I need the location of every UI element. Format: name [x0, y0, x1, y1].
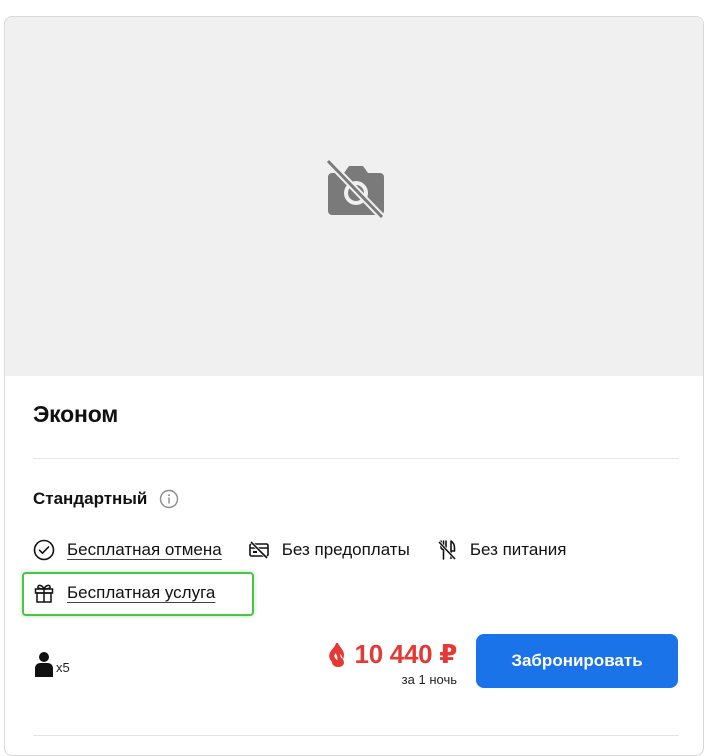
- guests-capacity: x5: [33, 651, 70, 677]
- no-photo-icon: [325, 159, 385, 219]
- price-value: 10 440 ₽: [354, 639, 458, 669]
- info-icon[interactable]: [159, 489, 179, 509]
- room-photo-placeholder[interactable]: [5, 17, 703, 376]
- divider: [33, 458, 679, 459]
- price-line: 10 440 ₽: [327, 639, 457, 670]
- feature-label[interactable]: Бесплатная услуга: [67, 583, 215, 603]
- feature-no-prepayment: Без предоплаты: [248, 537, 410, 563]
- feature-label: Без предоплаты: [281, 540, 410, 559]
- room-title: Эконом: [33, 401, 119, 427]
- check-circle-icon: [33, 539, 55, 561]
- feature-label[interactable]: Бесплатная отмена: [67, 540, 222, 560]
- fire-icon: [328, 642, 344, 667]
- feature-free-cancellation[interactable]: Бесплатная отмена: [33, 537, 222, 563]
- features-list: Бесплатная отмена Без предоплаты Без пит…: [33, 537, 592, 563]
- person-icon: [35, 652, 53, 677]
- guests-count: x5: [56, 660, 70, 675]
- price-per-night-note: за 1 ночь: [401, 672, 457, 687]
- room-card: Эконом Стандартный Бесплатная отмена Без…: [4, 16, 704, 756]
- feature-label: Без питания: [469, 540, 567, 559]
- price-block: 10 440 ₽ за 1 ночь: [327, 639, 457, 687]
- feature-free-service[interactable]: Бесплатная услуга: [33, 582, 215, 604]
- feature-no-meals: Без питания: [436, 537, 567, 563]
- tariff-row: Стандартный: [33, 489, 179, 509]
- book-button[interactable]: Забронировать: [476, 634, 678, 688]
- no-card-icon: [248, 540, 269, 560]
- tariff-name: Стандартный: [33, 489, 148, 508]
- no-food-icon: [437, 540, 456, 561]
- gift-icon: [34, 584, 54, 603]
